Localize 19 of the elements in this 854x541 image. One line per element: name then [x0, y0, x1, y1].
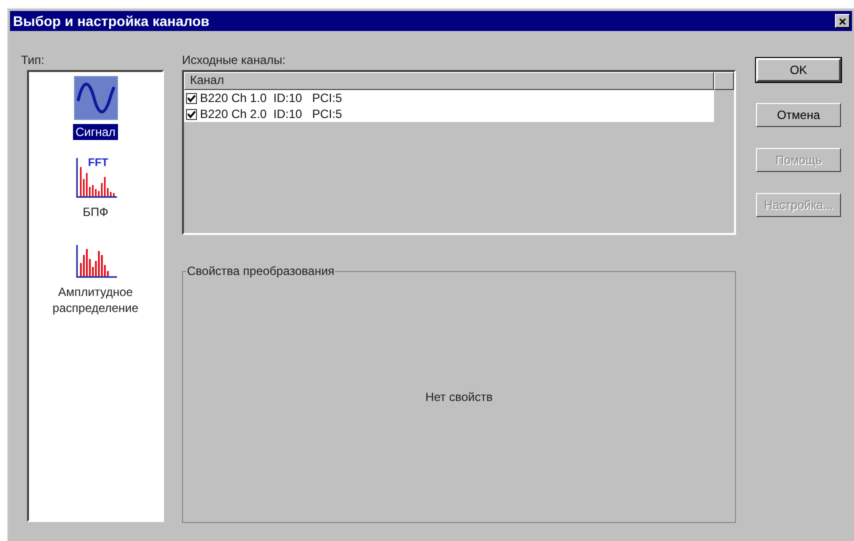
type-label: Тип:	[21, 53, 44, 68]
sine-wave-icon	[74, 77, 116, 119]
type-option[interactable]: FFT БПФ	[46, 154, 146, 220]
channel-row[interactable]: B220 Ch 2.0 ID:10 PCI:5	[184, 106, 714, 122]
channels-label: Исходные каналы:	[182, 53, 286, 68]
no-properties-message: Нет свойств	[425, 389, 493, 406]
type-option[interactable]: Амплитудное распределение	[46, 234, 146, 316]
close-button[interactable]: ×	[835, 14, 850, 28]
channel-name: B220 Ch 2.0 ID:10 PCI:5	[200, 106, 342, 123]
dialog-button[interactable]: OK	[756, 58, 841, 82]
dialog-button[interactable]: Отмена	[756, 103, 841, 127]
column-header[interactable]: Канал	[184, 72, 714, 90]
checkbox[interactable]	[186, 108, 197, 120]
group-title: Свойства преобразования	[186, 263, 336, 279]
channel-name: B220 Ch 1.0 ID:10 PCI:5	[200, 90, 342, 107]
checkbox[interactable]	[186, 92, 197, 104]
empty-column-header	[714, 72, 734, 90]
window-title: Выбор и настройка каналов	[13, 12, 210, 31]
channel-row[interactable]: B220 Ch 1.0 ID:10 PCI:5	[184, 90, 714, 106]
